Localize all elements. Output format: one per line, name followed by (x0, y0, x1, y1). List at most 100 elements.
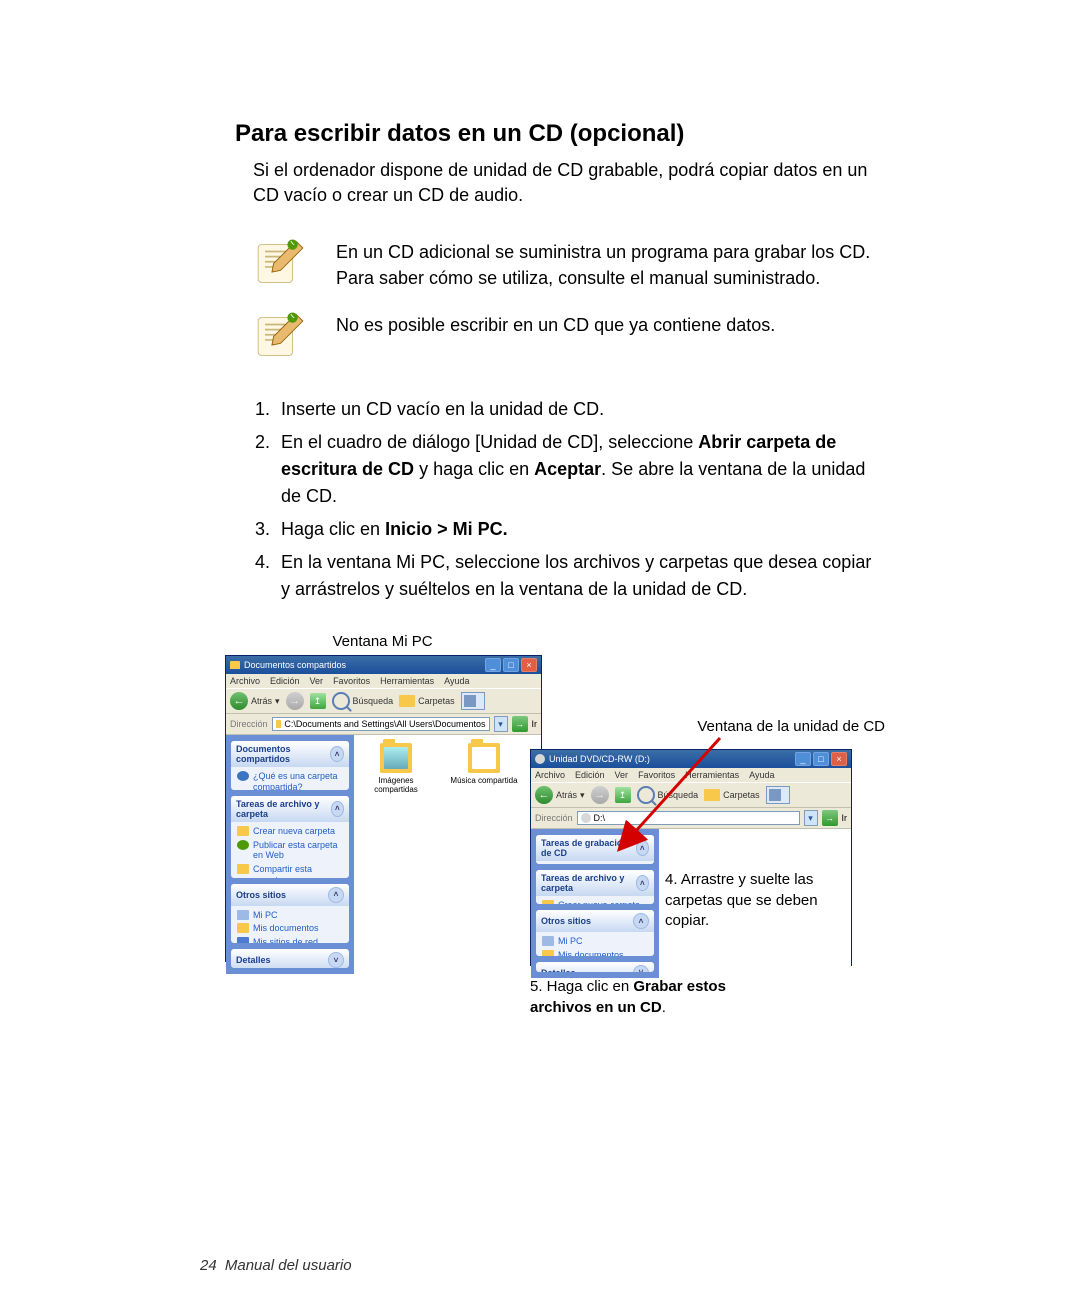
folder-icon (237, 826, 249, 836)
up-button[interactable]: ↥ (310, 693, 326, 709)
task-share-folder[interactable]: Compartir esta carpeta (237, 864, 343, 877)
back-button[interactable]: ←Atrás ▾ (230, 692, 280, 710)
chevron-up-icon[interactable]: ˄ (636, 875, 649, 891)
chevron-up-icon[interactable]: ˄ (330, 746, 344, 762)
search-button[interactable]: Búsqueda (637, 786, 699, 804)
panel-head[interactable]: Tareas de archivo y carpeta (236, 799, 331, 819)
address-input[interactable]: D:\ (577, 811, 800, 825)
place-mydocs[interactable]: Mis documentos (542, 950, 648, 956)
chevron-up-icon[interactable]: ˄ (328, 887, 344, 903)
address-dropdown[interactable]: ▾ (804, 810, 818, 826)
close-button[interactable]: × (521, 658, 537, 672)
menu-archivo[interactable]: Archivo (230, 676, 260, 686)
panel-head[interactable]: Tareas de grabación de CD (541, 838, 636, 858)
place-mipc[interactable]: Mi PC (237, 910, 343, 921)
titlebar[interactable]: Unidad DVD/CD-RW (D:) _ □ × (531, 750, 851, 768)
figure-area: Ventana Mi PC Documentos compartidos _ □… (235, 633, 880, 1063)
place-network[interactable]: Mis sitios de red (237, 937, 343, 943)
title-text: Documentos compartidos (244, 660, 346, 670)
place-mydocs[interactable]: Mis documentos (237, 923, 343, 934)
tasks-pane: Documentos compartidos˄ ¿Qué es una carp… (226, 735, 354, 974)
place-mipc[interactable]: Mi PC (542, 936, 648, 947)
file-item-images[interactable]: Imágenes compartidas (362, 743, 430, 794)
menu-ver[interactable]: Ver (310, 676, 324, 686)
folder-pictures-icon (380, 743, 412, 773)
panel-head[interactable]: Otros sitios (236, 890, 286, 900)
address-dropdown[interactable]: ▾ (494, 716, 508, 732)
menu-ver[interactable]: Ver (615, 770, 629, 780)
menu-bar[interactable]: Archivo Edición Ver Favoritos Herramient… (226, 674, 541, 688)
menu-herramientas[interactable]: Herramientas (685, 770, 739, 780)
step-3: Haga clic en Inicio > Mi PC. (275, 516, 880, 543)
back-button[interactable]: ←Atrás ▾ (535, 786, 585, 804)
search-button[interactable]: Búsqueda (332, 692, 394, 710)
intro-paragraph: Si el ordenador dispone de unidad de CD … (253, 158, 880, 208)
search-icon (637, 786, 655, 804)
minimize-button[interactable]: _ (485, 658, 501, 672)
go-label: Ir (842, 813, 848, 823)
forward-button[interactable]: → (286, 692, 304, 710)
panel-head[interactable]: Otros sitios (541, 916, 591, 926)
file-list[interactable]: Imágenes compartidas Música compartida (354, 735, 541, 974)
folders-button[interactable]: Carpetas (399, 695, 455, 707)
menu-ayuda[interactable]: Ayuda (444, 676, 469, 686)
panel-file-tasks: Tareas de archivo y carpeta˄ Crear nueva… (231, 796, 349, 878)
step-2: En el cuadro de diálogo [Unidad de CD], … (275, 429, 880, 510)
note-pencil-icon (253, 309, 308, 364)
file-label: Imágenes compartidas (362, 776, 430, 794)
views-button[interactable] (766, 786, 790, 804)
chevron-down-icon[interactable]: ˅ (328, 952, 344, 968)
menu-bar[interactable]: Archivo Edición Ver Favoritos Herramient… (531, 768, 851, 782)
panel-head[interactable]: Documentos compartidos (236, 744, 330, 764)
forward-button[interactable]: → (591, 786, 609, 804)
tasks-pane: Tareas de grabación de CD˄ Grabar estos … (531, 829, 659, 978)
label-cd-window: Ventana de la unidad de CD (697, 718, 885, 735)
up-button[interactable]: ↥ (615, 787, 631, 803)
title-text: Unidad DVD/CD-RW (D:) (549, 754, 650, 764)
page-footer: 24 Manual del usuario (200, 1257, 352, 1274)
chevron-up-icon[interactable]: ˄ (331, 801, 344, 817)
menu-ayuda[interactable]: Ayuda (749, 770, 774, 780)
views-button[interactable] (461, 692, 485, 710)
task-new-folder[interactable]: Crear nueva carpeta (542, 900, 648, 904)
panel-head[interactable]: Tareas de archivo y carpeta (541, 873, 636, 893)
panel-other-places: Otros sitios ˄ Mi PC Mis documentos Mis s… (231, 884, 349, 944)
menu-favoritos[interactable]: Favoritos (638, 770, 675, 780)
close-button[interactable]: × (831, 752, 847, 766)
folder-icon (230, 661, 240, 669)
panel-head[interactable]: Detalles (236, 955, 271, 965)
menu-edicion[interactable]: Edición (270, 676, 300, 686)
maximize-button[interactable]: □ (813, 752, 829, 766)
maximize-button[interactable]: □ (503, 658, 519, 672)
menu-herramientas[interactable]: Herramientas (380, 676, 434, 686)
panel-details: Detalles ˅ (231, 949, 349, 968)
go-button[interactable]: → (822, 810, 838, 826)
titlebar[interactable]: Documentos compartidos _ □ × (226, 656, 541, 674)
chevron-down-icon[interactable]: ˅ (633, 965, 649, 973)
chevron-up-icon[interactable]: ˄ (636, 840, 649, 856)
note-pencil-icon (253, 236, 308, 291)
page-number: 24 (200, 1257, 217, 1274)
steps-list: Inserte un CD vacío en la unidad de CD. … (253, 396, 880, 603)
address-bar: Dirección C:\Documents and Settings\All … (226, 714, 541, 735)
chevron-up-icon[interactable]: ˄ (633, 913, 649, 929)
panel-head[interactable]: Detalles (541, 968, 576, 973)
folder-music-icon (468, 743, 500, 773)
computer-icon (542, 936, 554, 946)
menu-favoritos[interactable]: Favoritos (333, 676, 370, 686)
address-input[interactable]: C:\Documents and Settings\All Users\Docu… (272, 717, 490, 731)
go-label: Ir (532, 719, 538, 729)
file-item-music[interactable]: Música compartida (450, 743, 518, 785)
folder-icon (542, 900, 554, 904)
task-what-is-shared[interactable]: ¿Qué es una carpeta compartida? (237, 771, 343, 789)
label-mipc-window: Ventana Mi PC (225, 633, 540, 650)
address-bar: Dirección D:\ ▾ →Ir (531, 808, 851, 829)
window-mipc: Documentos compartidos _ □ × Archivo Edi… (225, 655, 542, 962)
go-button[interactable]: → (512, 716, 528, 732)
menu-edicion[interactable]: Edición (575, 770, 605, 780)
task-new-folder[interactable]: Crear nueva carpeta (237, 826, 343, 837)
minimize-button[interactable]: _ (795, 752, 811, 766)
folders-button[interactable]: Carpetas (704, 789, 760, 801)
task-publish-web[interactable]: Publicar esta carpeta en Web (237, 840, 343, 862)
menu-archivo[interactable]: Archivo (535, 770, 565, 780)
